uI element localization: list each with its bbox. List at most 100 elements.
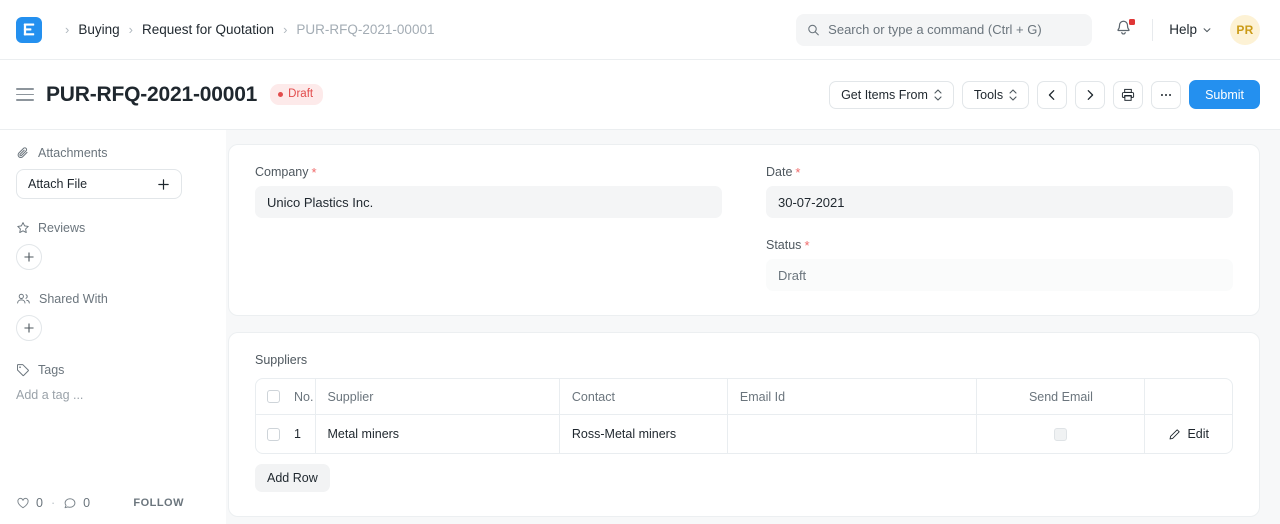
company-label-row: Company * [255,165,722,179]
more-actions-button[interactable] [1151,81,1181,109]
plus-icon [23,251,35,263]
select-chevrons-icon [1009,89,1017,101]
breadcrumb-item-buying[interactable]: Buying [78,22,119,37]
required-marker: * [804,239,809,252]
header-supplier: Supplier [316,379,560,415]
follow-button[interactable]: FOLLOW [133,497,184,509]
comment-icon[interactable] [63,496,77,510]
details-card: Company * Unico Plastics Inc. Date * 30-… [228,144,1260,316]
cell-supplier[interactable]: Metal miners [316,415,560,453]
breadcrumb-item-request-for-quotation[interactable]: Request for Quotation [142,22,274,37]
tools-label: Tools [974,88,1003,102]
ellipsis-icon [1159,88,1173,102]
add-review-button[interactable] [16,244,42,270]
sidebar-section-tags: Tags Add a tag ... [16,363,206,402]
sidebar-footer: 0 · 0 FOLLOW [16,496,206,510]
navbar-divider [1152,19,1153,41]
get-items-from-label: Get Items From [841,88,928,102]
top-navbar: › Buying › Request for Quotation › PUR-R… [0,0,1280,60]
row-select-checkbox[interactable] [267,428,280,441]
select-all-checkbox[interactable] [267,390,280,403]
document-sidebar: Attachments Attach File Reviews [0,130,226,524]
add-shared-user-button[interactable] [16,315,42,341]
get-items-from-button[interactable]: Get Items From [829,81,954,109]
cell-no: 1 [256,415,316,453]
next-document-button[interactable] [1075,81,1105,109]
main-content: Company * Unico Plastics Inc. Date * 30-… [226,130,1280,524]
cell-actions: Edit [1145,415,1232,453]
tag-icon [16,363,30,377]
reviews-header: Reviews [16,221,206,235]
help-menu[interactable]: Help [1169,22,1212,37]
plus-icon [157,178,170,191]
company-label: Company [255,165,309,179]
company-field: Company * Unico Plastics Inc. [255,165,722,218]
suppliers-section-label: Suppliers [255,353,1233,367]
avatar-initials: PR [1236,23,1253,37]
status-label-row: Status * [766,238,1233,252]
status-label: Status [766,238,801,252]
date-input[interactable]: 30-07-2021 [766,186,1233,218]
help-label: Help [1169,22,1197,37]
cell-contact[interactable]: Ross-Metal miners [560,415,728,453]
table-row[interactable]: 1 Metal miners Ross-Metal miners [256,415,1232,453]
tags-label: Tags [38,363,64,377]
tools-button[interactable]: Tools [962,81,1029,109]
header-send-email: Send Email [977,379,1145,415]
printer-icon [1121,88,1135,102]
suppliers-card: Suppliers No. Supplier Contact Email Id [228,332,1260,517]
shared-with-header: Shared With [16,292,206,306]
status-badge: Draft [270,84,323,105]
print-button[interactable] [1113,81,1143,109]
header-no-label: No. [294,390,313,404]
required-marker: * [795,166,800,179]
previous-document-button[interactable] [1037,81,1067,109]
cell-send-email [977,415,1145,453]
edit-row-button[interactable]: Edit [1168,427,1209,441]
hamburger-menu-icon[interactable] [16,88,34,101]
notifications-button[interactable] [1114,19,1136,41]
breadcrumb-separator-0: › [65,23,69,36]
send-email-checkbox[interactable] [1054,428,1067,441]
document-title-bar: PUR-RFQ-2021-00001 Draft Get Items From … [0,60,1280,130]
add-tag-input[interactable]: Add a tag ... [16,388,206,402]
page-body: Attachments Attach File Reviews [0,130,1280,524]
star-icon [16,221,30,235]
row-number: 1 [294,427,301,441]
stats-separator: · [51,496,55,510]
breadcrumb-item-current: PUR-RFQ-2021-00001 [296,22,434,37]
heart-icon[interactable] [16,496,30,510]
cell-email-id[interactable] [728,415,977,453]
company-input[interactable]: Unico Plastics Inc. [255,186,722,218]
pencil-icon [1168,428,1181,441]
attach-file-button[interactable]: Attach File [16,169,182,199]
add-row-button[interactable]: Add Row [255,464,330,492]
breadcrumb-separator-1: › [129,23,133,36]
submit-button[interactable]: Submit [1189,80,1260,109]
status-field: Status * Draft [766,238,1233,291]
erpnext-logo-icon[interactable] [16,17,42,43]
chevron-right-icon [1084,89,1096,101]
status-input: Draft [766,259,1233,291]
select-chevrons-icon [934,89,942,101]
sidebar-section-shared-with: Shared With [16,292,206,341]
date-label: Date [766,165,792,179]
tags-header: Tags [16,363,206,377]
date-label-row: Date * [766,165,1233,179]
date-field: Date * 30-07-2021 [766,165,1233,218]
status-badge-label: Draft [288,88,313,100]
attachments-header: Attachments [16,146,206,160]
comment-count: 0 [83,496,90,510]
table-header-row: No. Supplier Contact Email Id Send Email [256,379,1232,415]
header-email-id: Email Id [728,379,977,415]
sidebar-section-attachments: Attachments Attach File [16,146,206,199]
header-contact: Contact [560,379,728,415]
attachments-label: Attachments [38,146,107,160]
header-no: No. [256,379,316,415]
search-input[interactable] [828,22,1081,37]
status-badge-dot [278,92,283,97]
like-comment-stats: 0 · 0 [16,496,90,510]
avatar[interactable]: PR [1230,15,1260,45]
search-bar[interactable] [796,14,1092,46]
paperclip-icon [16,146,30,160]
